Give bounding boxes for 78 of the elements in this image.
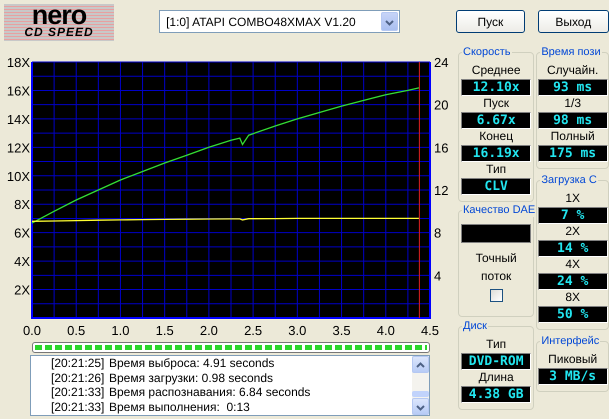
field-label: Пиковый — [547, 353, 598, 366]
log-message: Время выброса: 4.91 seconds — [109, 356, 274, 370]
readout-value: 98 ms — [538, 112, 608, 129]
field-label: 2X — [564, 225, 581, 238]
group-title: Время пози — [540, 45, 602, 59]
axis-label: 2X — [14, 282, 30, 298]
axis-label: 6X — [14, 226, 30, 241]
readout-value: 4.38 GB — [461, 386, 532, 403]
log-time: [20:21:25] — [51, 356, 106, 370]
readout-value: DVD-ROM — [461, 353, 532, 370]
group-title: Загрузка C — [540, 173, 598, 187]
field-label: Полный — [550, 130, 596, 143]
log-message: Время загрузки: 0.98 seconds — [109, 370, 274, 385]
readout-value: 14 % — [538, 240, 608, 257]
log-message: Время выполнения: 0:13 — [109, 400, 250, 414]
axis-label: 20 — [434, 98, 448, 113]
axis-label: 12 — [434, 183, 448, 198]
group-title: Интерфейс — [540, 334, 600, 348]
log-time: [20:21:33] — [51, 400, 106, 414]
field-label: Пуск — [482, 97, 510, 110]
axis-label: 3.0 — [288, 323, 306, 338]
group-title: Качество DAE — [462, 203, 536, 217]
field-label: 4X — [564, 258, 581, 271]
axis-label: 0.0 — [22, 323, 42, 338]
axis-label: 16X — [6, 83, 30, 98]
axis-label: 4.5 — [420, 323, 440, 338]
scrollbar[interactable] — [412, 356, 429, 415]
readout-value: CLV — [461, 178, 532, 195]
drive-dropdown[interactable]: [1:0] ATAPI COMBO48XMAX V1.20 — [159, 10, 400, 33]
scroll-down-icon[interactable] — [412, 398, 429, 415]
axis-label: 1.5 — [156, 323, 174, 338]
checkbox-label: Точный поток — [474, 250, 518, 285]
readout-value: 7 % — [538, 207, 608, 224]
log-message: Время распознавания: 6.84 seconds — [109, 385, 310, 400]
logo: nero CD SPEED — [4, 4, 114, 41]
axis-label: 18X — [6, 55, 30, 70]
group-title: Диск — [462, 319, 488, 333]
scroll-thumb[interactable] — [412, 391, 429, 397]
readout-value: 93 ms — [538, 79, 608, 96]
group-title: Скорость — [462, 45, 512, 59]
action-button[interactable]: Пуск — [456, 10, 525, 33]
axis-label: 4.0 — [376, 323, 395, 338]
readout-value: 50 % — [538, 306, 608, 323]
readout-value: 12.10x — [461, 79, 532, 96]
axis-label: 16 — [434, 140, 448, 156]
readout-value: 16.19x — [461, 145, 532, 162]
field-label: Конец — [478, 130, 514, 143]
quality-display — [461, 224, 532, 243]
readout-value: 3 MB/s — [538, 368, 608, 385]
field-label: Тип — [485, 338, 508, 351]
axis-label: 4X — [14, 254, 30, 270]
axis-label: 0.5 — [67, 323, 86, 338]
axis-label: 8X — [14, 197, 30, 212]
field-label: 1X — [564, 192, 581, 205]
axis-label: 24 — [434, 55, 448, 70]
axis-label: 3.5 — [332, 323, 351, 338]
log-time: [20:21:26] — [51, 370, 106, 385]
axis-label: 2.0 — [200, 323, 218, 338]
field-label: Среднее — [470, 64, 522, 77]
checkbox[interactable] — [490, 289, 503, 302]
scroll-up-icon[interactable] — [412, 356, 429, 373]
readout-value: 24 % — [538, 273, 608, 290]
axis-label: 12X — [6, 140, 30, 156]
field-label: Длина — [478, 371, 515, 384]
axis-label: 4 — [434, 268, 442, 284]
field-label: 1/3 — [563, 97, 582, 110]
action-button[interactable]: Выход — [538, 10, 609, 33]
readout-value: 175 ms — [538, 145, 608, 162]
field-label: 8X — [564, 291, 581, 304]
log-time: [20:21:33] — [51, 385, 106, 400]
axis-label: 14X — [6, 112, 30, 127]
axis-label: 10X — [6, 168, 30, 184]
axis-label: 2.5 — [244, 323, 262, 338]
readout-value: 6.67x — [461, 112, 532, 129]
axis-label: 1.0 — [111, 323, 130, 338]
axis-label: 8 — [434, 226, 442, 241]
field-label: Тип — [485, 163, 508, 176]
field-label: Случайн. — [546, 64, 600, 77]
